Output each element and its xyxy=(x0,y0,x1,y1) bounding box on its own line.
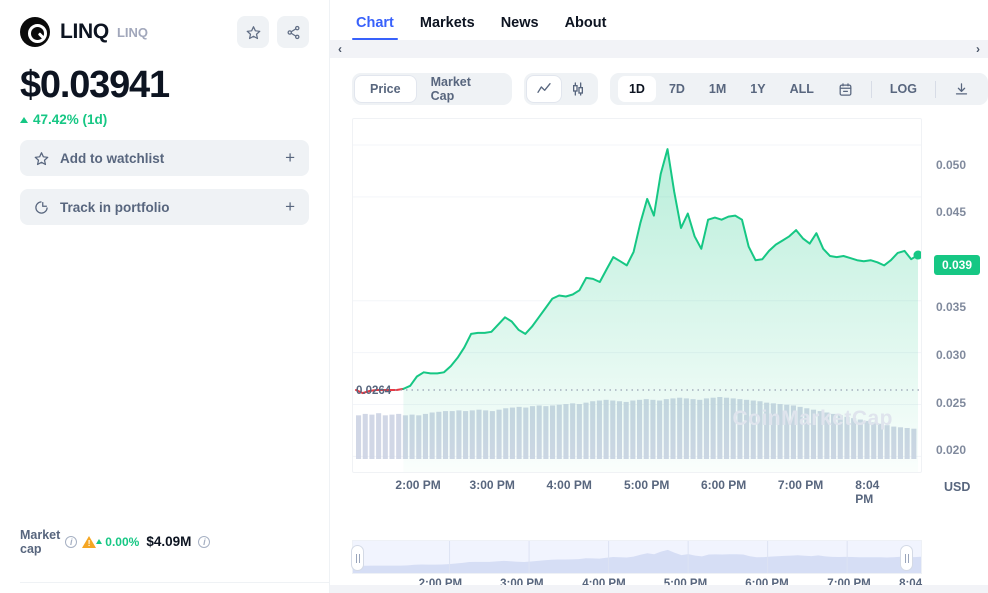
sidebar-divider xyxy=(20,582,329,583)
y-tick-4: 0.025 xyxy=(936,396,967,410)
price-change-value: 47.42% (1d) xyxy=(33,112,108,127)
watchlist-plus-icon[interactable]: + xyxy=(285,148,295,168)
tab-scroll-bar: ‹ › xyxy=(330,40,988,58)
market-cap-row: Market cap i 0.00% $4.09M i xyxy=(20,245,309,593)
chart-panel: Chart Markets News About ‹ › Price Marke… xyxy=(330,0,988,593)
reference-line-label: 0.0264 xyxy=(356,385,392,397)
scroll-right-arrow-icon[interactable]: › xyxy=(976,42,980,56)
x-tick-5: 7:00 PM xyxy=(777,478,824,492)
chart-x-axis: 2:00 PM 3:00 PM 4:00 PM 5:00 PM 6:00 PM … xyxy=(352,478,922,506)
coin-header: LINQ LINQ xyxy=(20,14,309,50)
navigator-right-handle[interactable] xyxy=(900,545,913,571)
toolbar-divider xyxy=(935,80,936,98)
x-tick-6: 8:04 PM xyxy=(855,478,880,506)
y-tick-3: 0.030 xyxy=(936,348,967,362)
info-icon[interactable]: i xyxy=(198,535,211,548)
scroll-left-arrow-icon[interactable]: ‹ xyxy=(338,42,342,56)
x-tick-1: 3:00 PM xyxy=(469,478,515,492)
candlestick-chart-icon[interactable] xyxy=(561,76,595,102)
y-tick-1: 0.045 xyxy=(936,205,967,219)
market-cap-change-value: 0.00% xyxy=(105,534,140,549)
section-tabs: Chart Markets News About xyxy=(330,0,988,40)
tab-news[interactable]: News xyxy=(501,15,539,40)
watchlist-label: Add to watchlist xyxy=(60,150,165,166)
warning-icon[interactable] xyxy=(82,535,97,548)
tab-markets[interactable]: Markets xyxy=(420,15,475,40)
market-cap-label: Market cap xyxy=(20,527,61,556)
market-cap-change: 0.00% xyxy=(96,535,139,549)
range-all-button[interactable]: ALL xyxy=(779,76,825,102)
portfolio-label: Track in portfolio xyxy=(60,199,170,215)
x-tick-3: 5:00 PM xyxy=(624,478,670,492)
header-actions xyxy=(237,16,309,48)
download-icon[interactable] xyxy=(943,76,980,102)
caret-up-icon xyxy=(96,539,103,544)
coin-statistics: Market cap i 0.00% $4.09M i #2313 xyxy=(20,245,309,593)
navigator-selection[interactable] xyxy=(353,541,921,573)
track-in-portfolio-button[interactable]: Track in portfolio + xyxy=(20,189,309,225)
y-tick-2: 0.035 xyxy=(936,300,967,314)
add-to-watchlist-button[interactable]: Add to watchlist + xyxy=(20,140,309,176)
metric-market-cap-button[interactable]: Market Cap xyxy=(416,75,509,103)
add-to-watchlist-star-button[interactable] xyxy=(237,16,269,48)
range-1d-button[interactable]: 1D xyxy=(617,76,656,102)
star-icon xyxy=(34,151,49,165)
y-tick-0: 0.050 xyxy=(936,158,967,172)
coin-ticker: LINQ xyxy=(116,24,149,40)
range-7d-button[interactable]: 7D xyxy=(658,76,696,102)
info-icon[interactable]: i xyxy=(65,535,78,548)
range-1y-button[interactable]: 1Y xyxy=(739,76,776,102)
portfolio-plus-icon[interactable]: + xyxy=(285,197,295,217)
tab-about[interactable]: About xyxy=(565,15,607,40)
navigator-track[interactable] xyxy=(351,540,922,574)
price-change-24h: 47.42% (1d) xyxy=(20,112,309,127)
pie-chart-icon xyxy=(35,200,48,214)
coin-detail-page: LINQ LINQ $0.03941 47.42% (1d) Add to wa… xyxy=(0,0,988,593)
coin-name: LINQ xyxy=(60,20,109,43)
chart-currency-label: USD xyxy=(944,480,971,494)
line-chart-icon[interactable] xyxy=(526,76,561,102)
chart-watermark: CoinMarketCap xyxy=(732,407,893,430)
market-cap-values: 0.00% $4.09M i xyxy=(96,245,309,593)
navigator-left-handle[interactable] xyxy=(351,545,364,571)
calendar-icon[interactable] xyxy=(827,76,864,102)
y-tick-5: 0.020 xyxy=(936,443,967,457)
chart-toolbar: Price Market Cap 1D 7D 1M 1Y ALL LOG xyxy=(352,72,988,106)
tab-chart[interactable]: Chart xyxy=(352,15,398,40)
market-cap-label-group: Market cap i xyxy=(20,527,97,556)
coin-info-sidebar: LINQ LINQ $0.03941 47.42% (1d) Add to wa… xyxy=(0,0,330,593)
x-tick-0: 2:00 PM xyxy=(395,478,441,492)
chart-y-axis: 0.050 0.045 0.039 0.035 0.030 0.025 0.02… xyxy=(930,118,988,473)
range-1m-button[interactable]: 1M xyxy=(698,76,737,102)
metric-price-button[interactable]: Price xyxy=(355,76,416,102)
page-bottom-bar xyxy=(330,585,988,593)
current-price-badge: 0.039 xyxy=(934,255,981,275)
x-tick-4: 6:00 PM xyxy=(700,478,747,492)
log-scale-button[interactable]: LOG xyxy=(879,76,928,102)
price-chart[interactable]: 0.0264 CoinMarketCap 0.050 0.045 0.039 0… xyxy=(352,118,981,518)
caret-up-icon xyxy=(20,116,28,123)
x-tick-2: 4:00 PM xyxy=(546,478,592,492)
toolbar-divider xyxy=(870,80,872,98)
coin-price: $0.03941 xyxy=(20,64,170,106)
metric-toggle-group: Price Market Cap xyxy=(352,73,512,105)
chart-plot-area[interactable]: 0.0264 CoinMarketCap xyxy=(352,118,923,473)
time-range-group: 1D 7D 1M 1Y ALL LOG xyxy=(609,73,988,105)
chart-type-group xyxy=(523,73,598,105)
share-button[interactable] xyxy=(277,16,309,48)
market-cap-value: $4.09M xyxy=(146,534,192,549)
linq-logo-icon xyxy=(20,17,50,47)
